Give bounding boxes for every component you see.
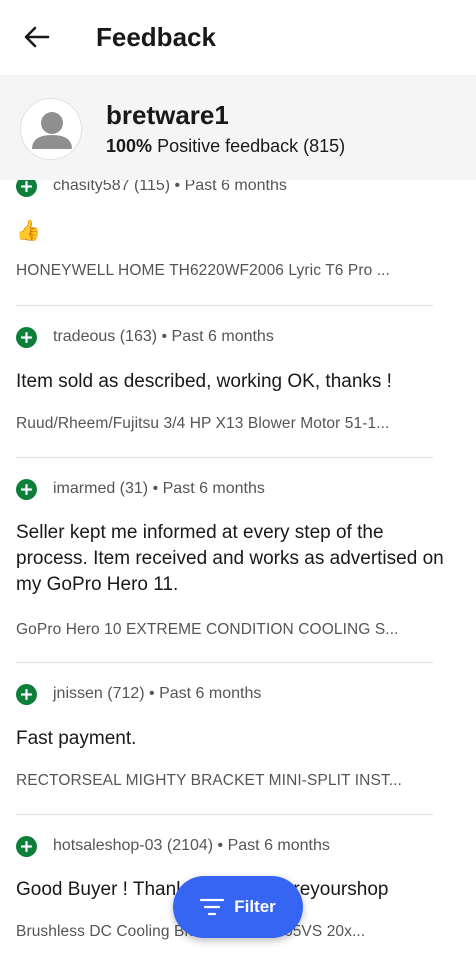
feedback-item: tradeous (163) • Past 6 months Item sold… bbox=[16, 306, 433, 458]
positive-plus-icon bbox=[16, 683, 37, 705]
feedback-author-meta: hotsaleshop-03 (2104) • Past 6 months bbox=[53, 837, 330, 854]
filter-button[interactable]: Filter bbox=[173, 876, 303, 938]
app-bar: Feedback bbox=[0, 0, 476, 75]
feedback-comment: Item sold as described, working OK, than… bbox=[16, 371, 392, 392]
feedback-meta-row: hotsaleshop-03 (2104) • Past 6 months bbox=[16, 834, 330, 858]
feedback-product[interactable]: RECTORSEAL MIGHTY BRACKET MINI-SPLIT INS… bbox=[16, 772, 402, 790]
feedback-comment: Seller kept me informed at every step of… bbox=[16, 522, 444, 595]
feedback-meta-row: jnissen (712) • Past 6 months bbox=[16, 682, 261, 706]
seller-summary: bretware1 100% Positive feedback (815) bbox=[0, 75, 476, 180]
feedback-author-meta: jnissen (712) • Past 6 months bbox=[53, 685, 262, 702]
feedback-product[interactable]: HONEYWELL HOME TH6220WF2006 Lyric T6 Pro… bbox=[16, 262, 390, 280]
person-icon bbox=[32, 112, 72, 149]
feedback-product[interactable]: GoPro Hero 10 EXTREME CONDITION COOLING … bbox=[16, 621, 399, 639]
feedback-author-meta: imarmed (31) • Past 6 months bbox=[53, 480, 265, 497]
feedback-item: imarmed (31) • Past 6 months Seller kept… bbox=[16, 458, 444, 663]
feedback-item: chasity587 (115) • Past 6 months 👍 HONEY… bbox=[16, 160, 433, 306]
arrow-left-icon bbox=[24, 26, 50, 48]
feedback-product[interactable]: Ruud/Rheem/Fujitsu 3/4 HP X13 Blower Mot… bbox=[16, 415, 389, 433]
back-button[interactable] bbox=[18, 20, 56, 54]
seller-username: bretware1 bbox=[106, 100, 229, 130]
thumbs-up-comment: 👍 bbox=[16, 220, 41, 242]
filter-icon bbox=[200, 898, 225, 916]
feedback-item: jnissen (712) • Past 6 months Fast payme… bbox=[16, 663, 433, 815]
feedback-comment: Fast payment. bbox=[16, 728, 137, 749]
feedback-author-meta: tradeous (163) • Past 6 months bbox=[53, 328, 274, 345]
filter-label: Filter bbox=[234, 897, 276, 916]
positive-feedback-label: Positive feedback (815) bbox=[157, 136, 346, 156]
positive-plus-icon bbox=[16, 835, 37, 857]
avatar bbox=[20, 98, 82, 160]
positive-plus-icon bbox=[16, 326, 37, 348]
feedback-meta-row: imarmed (31) • Past 6 months bbox=[16, 477, 265, 501]
positive-feedback-summary: 100% Positive feedback (815) bbox=[106, 134, 345, 158]
positive-percent: 100% bbox=[106, 136, 153, 156]
page-title: Feedback bbox=[96, 22, 216, 52]
feedback-meta-row: tradeous (163) • Past 6 months bbox=[16, 325, 274, 349]
positive-plus-icon bbox=[16, 478, 37, 500]
